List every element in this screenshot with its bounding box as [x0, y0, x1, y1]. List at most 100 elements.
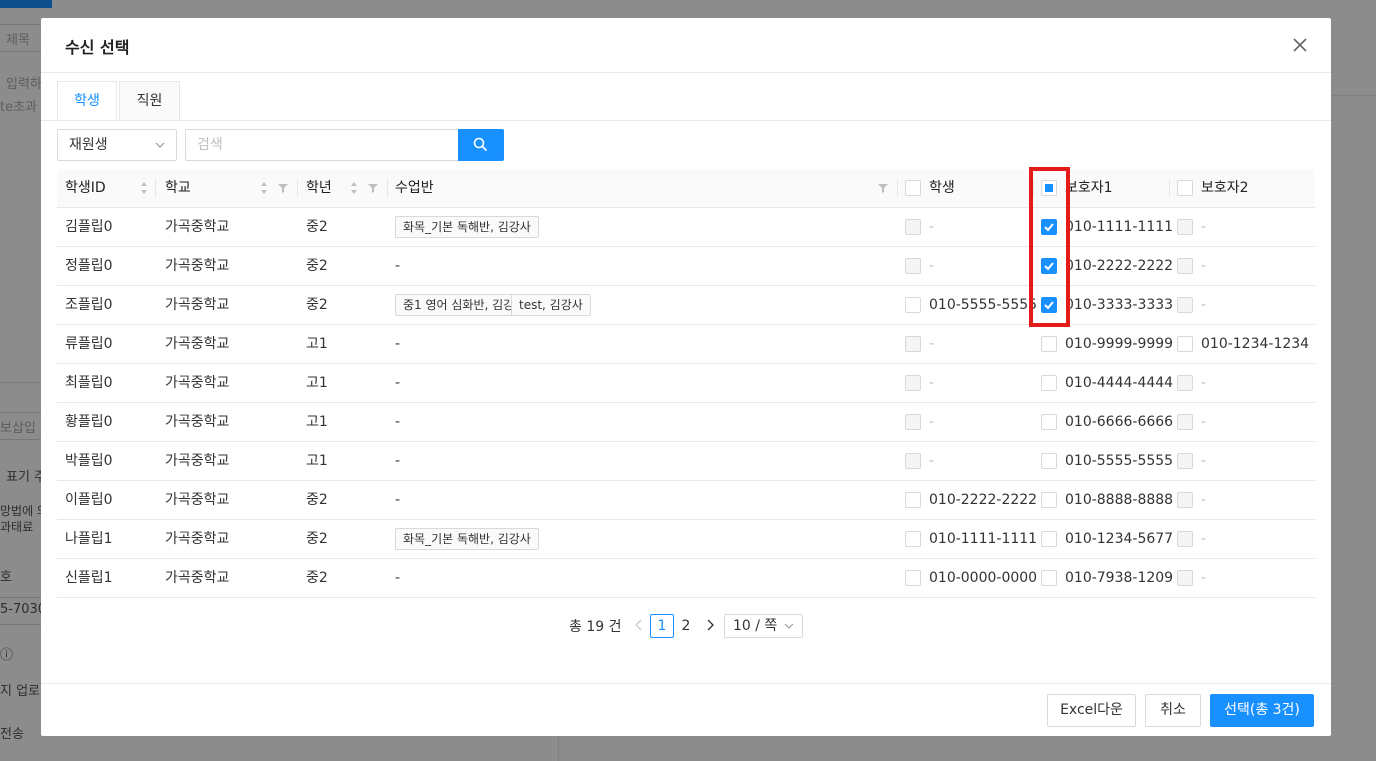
status-filter-value: 재원생 — [69, 137, 108, 153]
table-row: 신플립1 가곡중학교 중2 - 010-0000-0000 010-7938-1209 - — [57, 559, 1315, 598]
class-empty: - — [395, 336, 401, 352]
sort-icon[interactable] — [350, 181, 358, 195]
page-1-button[interactable]: 1 — [650, 614, 674, 638]
student-checkbox[interactable] — [905, 297, 921, 313]
student-phone: 010-2222-2222 — [929, 492, 1038, 508]
guardian2-phone: - — [1201, 414, 1207, 430]
column-divider — [297, 179, 298, 197]
guardian1-phone: 010-5555-5555 — [1065, 453, 1174, 469]
student-id: 황플립0 — [65, 414, 113, 430]
close-icon — [1293, 38, 1307, 52]
total-count: 총 19 건 — [569, 619, 622, 635]
table-row: 나플립1 가곡중학교 중2 화목_기본 독해반, 김강사 010-1111-1111 01… — [57, 520, 1315, 559]
school-name: 가곡중학교 — [165, 258, 230, 274]
column-divider — [155, 179, 156, 197]
guardian2-checkbox — [1177, 414, 1193, 430]
grade: 고1 — [306, 414, 328, 430]
student-phone: - — [929, 375, 935, 391]
student-checkbox[interactable] — [905, 492, 921, 508]
sort-icon[interactable] — [140, 181, 148, 195]
student-phone: - — [929, 336, 935, 352]
student-phone: 010-5555-5555 — [929, 297, 1038, 313]
grade: 고1 — [306, 453, 328, 469]
filter-icon[interactable] — [878, 183, 888, 193]
student-phone: 010-1111-1111 — [929, 531, 1038, 547]
student-checkbox — [905, 258, 921, 274]
grade: 중2 — [306, 531, 328, 547]
guardian1-checkbox[interactable] — [1041, 453, 1057, 469]
column-divider — [387, 179, 388, 197]
guardian1-phone: 010-2222-2222 — [1065, 258, 1174, 274]
search-input[interactable] — [185, 129, 459, 161]
school-name: 가곡중학교 — [165, 375, 230, 391]
filter-icon[interactable] — [278, 183, 288, 193]
guardian1-checkbox[interactable] — [1041, 414, 1057, 430]
table-row: 조플립0 가곡중학교 중2 중1 영어 심화반, 김강사 test, 김강사 010-55… — [57, 286, 1315, 325]
table-header: 학생ID 학교 학년 수업반 학생 보호자1 보호자2 — [57, 169, 1315, 208]
student-phone: - — [929, 219, 935, 235]
student-checkbox[interactable] — [905, 531, 921, 547]
col-header-school: 학교 — [165, 180, 191, 196]
chevron-left-icon[interactable] — [632, 618, 646, 632]
page-2-button[interactable]: 2 — [674, 614, 698, 638]
select-all-student-checkbox[interactable] — [905, 180, 921, 196]
guardian1-phone: 010-6666-6666 — [1065, 414, 1174, 430]
class-empty: - — [395, 414, 401, 430]
student-checkbox — [905, 219, 921, 235]
student-phone: - — [929, 453, 935, 469]
guardian2-phone: - — [1201, 219, 1207, 235]
excel-download-button[interactable]: Excel다운 — [1047, 694, 1136, 727]
tab-staff[interactable]: 직원 — [119, 81, 180, 121]
guardian2-phone: - — [1201, 453, 1207, 469]
col-header-grade: 학년 — [306, 180, 332, 196]
modal-title: 수신 선택 — [65, 38, 130, 57]
select-all-guardian2-checkbox[interactable] — [1177, 180, 1193, 196]
school-name: 가곡중학교 — [165, 297, 230, 313]
table-row: 정플립0 가곡중학교 중2 - - 010-2222-2222 - — [57, 247, 1315, 286]
search-button[interactable] — [458, 129, 504, 161]
table-row: 황플립0 가곡중학교 고1 - - 010-6666-6666 - — [57, 403, 1315, 442]
column-divider — [1169, 179, 1170, 197]
table-row: 최플립0 가곡중학교 고1 - - 010-4444-4444 - — [57, 364, 1315, 403]
guardian1-checkbox[interactable] — [1041, 336, 1057, 352]
student-checkbox — [905, 453, 921, 469]
guardian2-checkbox — [1177, 453, 1193, 469]
guardian2-phone: - — [1201, 570, 1207, 586]
guardian1-checkbox[interactable] — [1041, 531, 1057, 547]
class-tag: 화목_기본 독해반, 김강사 — [395, 216, 539, 238]
student-checkbox[interactable] — [905, 570, 921, 586]
guardian2-phone: 010-1234-1234 — [1201, 336, 1310, 352]
close-button[interactable] — [1287, 32, 1313, 58]
cancel-button[interactable]: 취소 — [1145, 694, 1201, 727]
grade: 중2 — [306, 297, 328, 313]
sort-icon[interactable] — [260, 181, 268, 195]
guardian1-checkbox[interactable] — [1041, 492, 1057, 508]
student-phone: 010-0000-0000 — [929, 570, 1038, 586]
student-id: 신플립1 — [65, 570, 113, 586]
guardian1-phone: 010-8888-8888 — [1065, 492, 1174, 508]
table-row: 박플립0 가곡중학교 고1 - - 010-5555-5555 - — [57, 442, 1315, 481]
page-size-select[interactable]: 10 / 쪽 — [724, 614, 803, 638]
guardian2-checkbox — [1177, 375, 1193, 391]
table-body: 김플립0 가곡중학교 중2 화목_기본 독해반, 김강사 -010-1111-1111-… — [57, 208, 1315, 598]
student-id: 박플립0 — [65, 453, 113, 469]
guardian1-phone: 010-3333-3333 — [1065, 297, 1174, 313]
status-filter-select[interactable]: 재원생 — [57, 129, 177, 161]
guardian1-checkbox[interactable] — [1041, 375, 1057, 391]
table-row: 류플립0 가곡중학교 고1 - - 010-9999-9999 010-1234-1234 — [57, 325, 1315, 364]
tab-student[interactable]: 학생 — [57, 81, 117, 121]
class-empty: - — [395, 258, 401, 274]
chevron-right-icon[interactable] — [703, 618, 717, 632]
chevron-down-icon — [784, 623, 794, 629]
grade: 고1 — [306, 375, 328, 391]
student-id: 나플립1 — [65, 531, 113, 547]
guardian2-phone: - — [1201, 375, 1207, 391]
confirm-select-button[interactable]: 선택(총 3건) — [1210, 694, 1314, 727]
filter-icon[interactable] — [368, 183, 378, 193]
student-checkbox — [905, 375, 921, 391]
guardian1-checkbox[interactable] — [1041, 570, 1057, 586]
guardian2-checkbox — [1177, 297, 1193, 313]
column-divider — [897, 179, 898, 197]
class-empty: - — [395, 492, 401, 508]
guardian2-checkbox[interactable] — [1177, 336, 1193, 352]
